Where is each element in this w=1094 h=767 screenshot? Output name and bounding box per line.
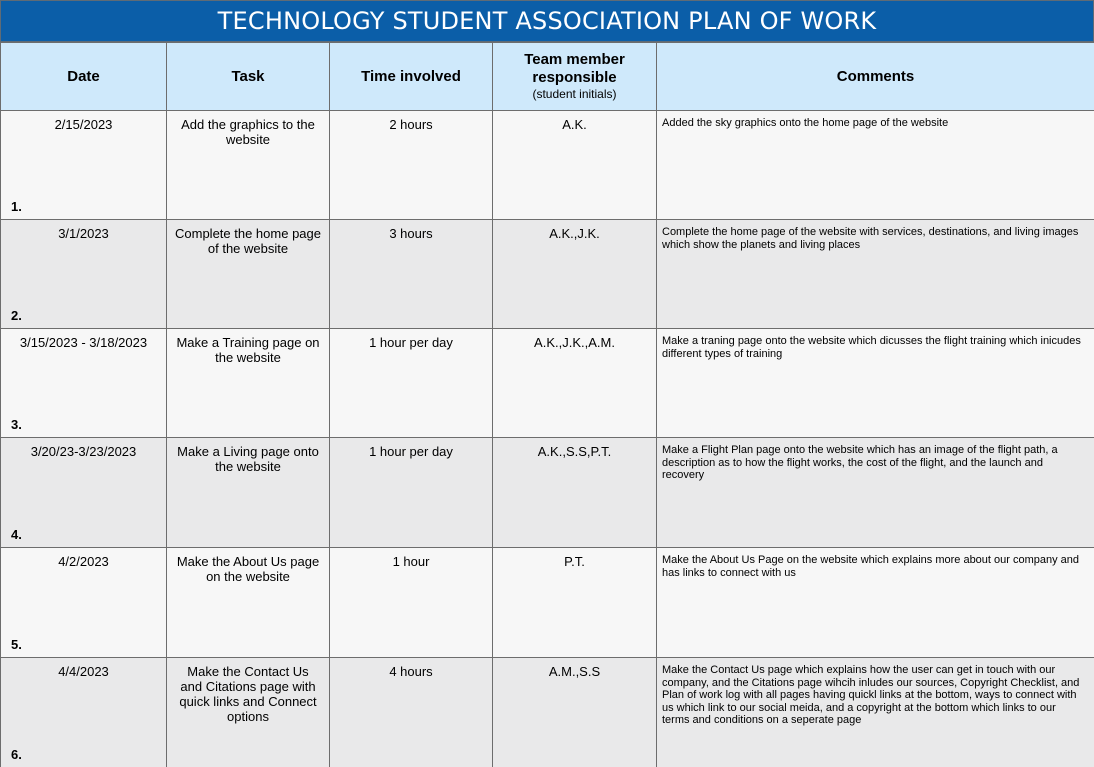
comments-cell: Make the About Us Page on the website wh… [656,547,1094,658]
team-cell: P.T. [492,547,657,658]
table-row: 4/2/2023 5. Make the About Us page on th… [0,547,1094,658]
team-cell: A.K.,J.K.,A.M. [492,328,657,438]
date-cell: 2/15/2023 1. [0,110,167,220]
table-row: 3/15/2023 - 3/18/2023 3. Make a Training… [0,328,1094,438]
row-number: 4. [11,527,22,542]
row-number: 3. [11,417,22,432]
date-cell: 4/2/2023 5. [0,547,167,658]
plan-of-work-table: Date Task Time involved Team member resp… [0,42,1094,767]
team-cell: A.K. [492,110,657,220]
task-cell: Add the graphics to the website [166,110,330,220]
date-text: 4/2/2023 [58,554,109,569]
task-cell: Make a Living page onto the website [166,437,330,548]
header-task: Task [166,42,330,111]
date-text: 3/20/23-3/23/2023 [30,444,137,459]
time-cell: 2 hours [329,110,493,220]
header-date: Date [0,42,167,111]
task-cell: Make a Training page on the website [166,328,330,438]
time-cell: 4 hours [329,657,493,767]
comments-cell: Make a traning page onto the website whi… [656,328,1094,438]
team-cell: A.M.,S.S [492,657,657,767]
team-cell: A.K.,J.K. [492,219,657,329]
date-cell: 3/1/2023 2. [0,219,167,329]
header-comments: Comments [656,42,1094,111]
time-cell: 3 hours [329,219,493,329]
header-team-member: Team member responsible (student initial… [492,42,657,111]
time-cell: 1 hour per day [329,328,493,438]
row-number: 6. [11,747,22,762]
row-number: 2. [11,308,22,323]
comments-cell: Added the sky graphics onto the home pag… [656,110,1094,220]
date-text: 3/1/2023 [58,226,109,241]
table-row: 3/20/23-3/23/2023 4. Make a Living page … [0,437,1094,548]
task-cell: Make the Contact Us and Citations page w… [166,657,330,767]
table-row: 2/15/2023 1. Add the graphics to the web… [0,110,1094,220]
comments-cell: Make a Flight Plan page onto the website… [656,437,1094,548]
date-text: 2/15/2023 [54,117,113,132]
row-number: 1. [11,199,22,214]
time-cell: 1 hour [329,547,493,658]
date-cell: 4/4/2023 6. [0,657,167,767]
team-cell: A.K.,S.S,P.T. [492,437,657,548]
page-title: TECHNOLOGY STUDENT ASSOCIATION PLAN OF W… [0,0,1094,42]
header-time-involved: Time involved [329,42,493,111]
header-team-member-sub: (student initials) [532,87,617,101]
row-number: 5. [11,637,22,652]
date-cell: 3/20/23-3/23/2023 4. [0,437,167,548]
table-row: 3/1/2023 2. Complete the home page of th… [0,219,1094,329]
task-cell: Complete the home page of the website [166,219,330,329]
header-team-member-label: Team member responsible [524,51,625,86]
date-text: 3/15/2023 - 3/18/2023 [19,335,148,350]
comments-cell: Make the Contact Us page which explains … [656,657,1094,767]
table-header-row: Date Task Time involved Team member resp… [0,42,1094,111]
time-cell: 1 hour per day [329,437,493,548]
date-text: 4/4/2023 [58,664,109,679]
task-cell: Make the About Us page on the website [166,547,330,658]
comments-cell: Complete the home page of the website wi… [656,219,1094,329]
table-row: 4/4/2023 6. Make the Contact Us and Cita… [0,657,1094,767]
date-cell: 3/15/2023 - 3/18/2023 3. [0,328,167,438]
